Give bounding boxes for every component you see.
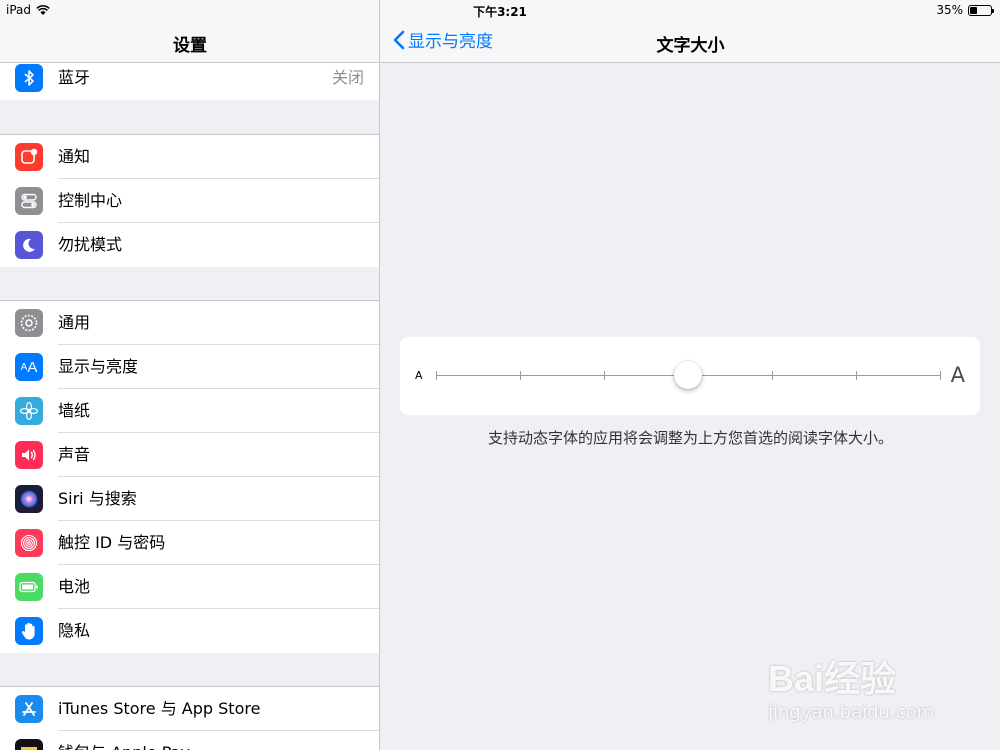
- settings-row-wallpaper[interactable]: 墙纸: [0, 389, 379, 433]
- settings-row-sounds[interactable]: 声音: [0, 433, 379, 477]
- moon-icon: [15, 231, 43, 259]
- large-text-icon: A: [950, 363, 965, 387]
- row-label: 勿扰模式: [58, 235, 123, 254]
- watermark-url: jingyan.baidu.com: [768, 702, 935, 723]
- settings-row-general[interactable]: 通用: [0, 301, 379, 345]
- battery-indicator-icon: [968, 4, 994, 16]
- battery-icon: [15, 573, 43, 601]
- wallpaper-icon: [15, 397, 43, 425]
- slider-thumb[interactable]: [674, 361, 702, 389]
- row-label: 墙纸: [58, 401, 91, 420]
- settings-master-pane: 设置 蓝牙 关闭 通知 控制中心 勿扰模式 通用 A A 显示与亮度 墙纸 声音…: [0, 0, 380, 750]
- slider-tick: [520, 371, 521, 380]
- status-bar: iPad 下午3:21 35%: [0, 0, 1000, 20]
- text-size-slider[interactable]: [436, 361, 941, 389]
- gear-icon: [15, 309, 43, 337]
- slider-tick: [772, 371, 773, 380]
- settings-row-touch-id[interactable]: 触控 ID 与密码: [0, 521, 379, 565]
- text-size-footnote: 支持动态字体的应用将会调整为上方您首选的阅读字体大小。: [487, 429, 893, 447]
- slider-tick: [856, 371, 857, 380]
- row-label: 触控 ID 与密码: [58, 533, 166, 552]
- slider-tick: [940, 371, 941, 380]
- settings-row-privacy[interactable]: 隐私: [0, 609, 379, 653]
- speaker-icon: [15, 441, 43, 469]
- battery-percent: 35%: [936, 3, 963, 17]
- settings-row-notifications[interactable]: 通知: [0, 135, 379, 179]
- master-title: 设置: [173, 36, 207, 56]
- wallet-icon: [15, 739, 43, 750]
- settings-row-battery[interactable]: 电池: [0, 565, 379, 609]
- notifications-icon: [15, 143, 43, 171]
- app-store-icon: [15, 695, 43, 723]
- row-label: 控制中心: [58, 191, 123, 210]
- row-label: 声音: [58, 445, 91, 464]
- slider-tick: [604, 371, 605, 380]
- baidu-watermark: Bai经验 jingyan.baidu.com: [768, 650, 934, 723]
- settings-row-itunes-app-store[interactable]: iTunes Store 与 App Store: [0, 687, 379, 731]
- row-label: 通用: [58, 313, 91, 332]
- page-title: 文字大小: [656, 36, 725, 56]
- row-label: 显示与亮度: [58, 357, 139, 376]
- settings-row-control-center[interactable]: 控制中心: [0, 179, 379, 223]
- siri-icon: [15, 485, 43, 513]
- control-center-icon: [15, 187, 43, 215]
- settings-row-do-not-disturb[interactable]: 勿扰模式: [0, 223, 379, 267]
- status-time: 下午3:21: [473, 5, 527, 19]
- bluetooth-icon: [15, 64, 43, 92]
- settings-row-wallet[interactable]: 钱包与 Apple Pay: [0, 731, 379, 750]
- row-label: 电池: [58, 577, 91, 596]
- watermark-logo: Bai经验: [768, 658, 897, 699]
- row-label: 隐私: [58, 621, 91, 640]
- slider-tick: [436, 371, 437, 380]
- row-label: 通知: [58, 147, 91, 166]
- row-label: iTunes Store 与 App Store: [58, 699, 261, 718]
- settings-row-siri[interactable]: Siri 与搜索: [0, 477, 379, 521]
- text-size-card: A A: [400, 337, 980, 415]
- hand-icon: [15, 617, 43, 645]
- row-label: 钱包与 Apple Pay: [58, 731, 190, 750]
- display-brightness-icon: AA: [15, 353, 43, 381]
- small-text-icon: A: [415, 369, 423, 382]
- settings-row-display-brightness[interactable]: AA 显示与亮度: [0, 345, 379, 389]
- row-label: Siri 与搜索: [58, 489, 137, 508]
- fingerprint-icon: [15, 529, 43, 557]
